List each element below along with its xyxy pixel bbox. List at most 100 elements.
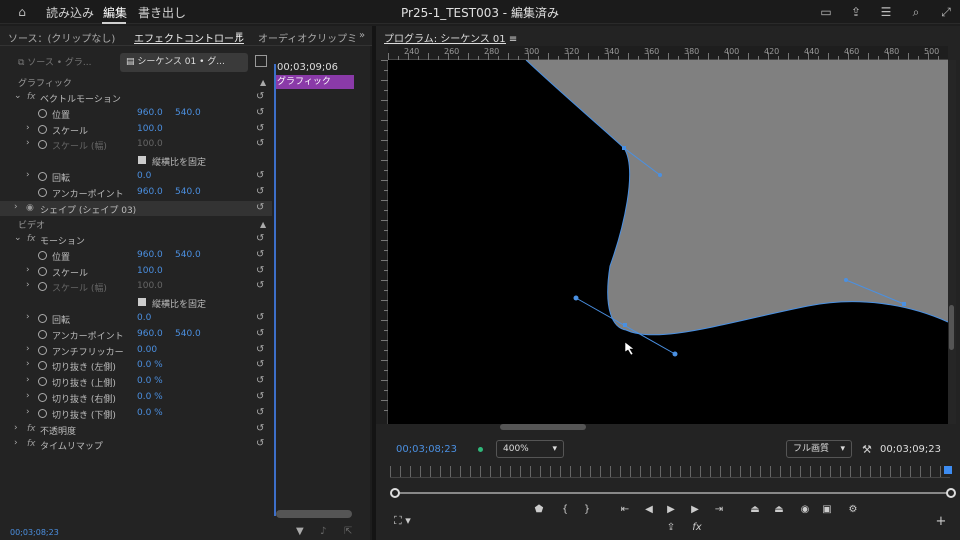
checkbox[interactable] — [138, 156, 146, 165]
v-row[interactable]: › スケール (幅) 100.0 ↺ — [0, 279, 272, 295]
v-row[interactable]: › 回転 0.0 ↺ — [0, 311, 272, 327]
reset-icon[interactable]: ↺ — [256, 375, 264, 386]
tab-menu-icon[interactable]: ≡ — [235, 30, 243, 41]
ec-scrollbar[interactable] — [276, 510, 352, 518]
eye-icon[interactable]: ◉ — [26, 203, 34, 213]
video-scrollbar-thumb[interactable] — [949, 305, 954, 350]
fx-icon[interactable]: fx — [690, 522, 704, 533]
reset-icon[interactable]: ↺ — [256, 280, 264, 291]
v-row[interactable]: › スケール 100.0 ↺ — [0, 264, 272, 280]
panel-icon[interactable]: ▭ — [818, 4, 834, 20]
compare-view-icon[interactable]: ▣ — [820, 504, 834, 515]
v-row[interactable]: › fx 不透明度 ↺ — [0, 422, 272, 438]
stopwatch-icon[interactable] — [38, 266, 47, 276]
g-row[interactable]: 位置 960.0 540.0 ↺ — [0, 106, 272, 122]
mark-in-icon[interactable]: { — [558, 504, 572, 515]
search-icon[interactable]: ⌕ — [908, 4, 924, 20]
extract-icon[interactable]: ⏏ — [772, 504, 786, 515]
anchor-point-1[interactable] — [622, 146, 626, 150]
export-frame-button-icon[interactable]: ⇪ — [664, 522, 678, 533]
property-value[interactable]: 960.0 — [137, 250, 163, 260]
reset-icon[interactable]: ↺ — [256, 328, 264, 339]
anchor-point-2[interactable] — [623, 323, 627, 327]
v-row[interactable]: 位置 960.0 540.0 ↺ — [0, 248, 272, 264]
reset-icon[interactable]: ↺ — [256, 407, 264, 418]
v-row[interactable]: › 切り抜き (左側) 0.0 % ↺ — [0, 358, 272, 374]
v-row[interactable]: › fx タイムリマップ ↺ — [0, 437, 272, 453]
fx-icon[interactable]: fx — [27, 234, 36, 244]
camera-icon[interactable]: ◉ — [798, 504, 812, 515]
stopwatch-icon[interactable] — [38, 408, 47, 418]
chevron-icon[interactable]: › — [26, 312, 30, 322]
stopwatch-icon[interactable] — [38, 345, 47, 355]
multicam-icon[interactable]: ⚙ — [846, 504, 860, 515]
lift-icon[interactable]: ⏏ — [748, 504, 762, 515]
section-video-collapse-icon[interactable]: ▲ — [260, 220, 266, 229]
property-value-y[interactable]: 540.0 — [175, 329, 201, 339]
property-value[interactable]: 960.0 — [137, 108, 163, 118]
v-row[interactable]: ⌄ fx モーション ↺ — [0, 232, 272, 248]
checkbox[interactable] — [138, 298, 146, 307]
chevron-icon[interactable]: › — [26, 391, 30, 401]
property-value[interactable]: 960.0 — [137, 329, 163, 339]
reset-icon[interactable]: ↺ — [256, 344, 264, 355]
home-icon[interactable]: ⌂ — [14, 4, 30, 20]
chevron-icon[interactable]: › — [26, 123, 30, 133]
v-row[interactable]: › アンチフリッカー 0.00 ↺ — [0, 343, 272, 359]
mini-timeline-ruler[interactable] — [390, 466, 950, 478]
add-button-icon[interactable]: + — [934, 514, 948, 529]
mark-out-icon[interactable]: } — [580, 504, 594, 515]
stopwatch-icon[interactable] — [38, 250, 47, 260]
graphic-clip-bar[interactable]: グラフィック — [274, 75, 354, 89]
reset-icon[interactable]: ↺ — [256, 359, 264, 370]
reset-icon[interactable]: ↺ — [256, 138, 264, 149]
reset-icon[interactable]: ↺ — [256, 91, 264, 102]
fx-icon[interactable]: fx — [27, 92, 36, 102]
property-value[interactable]: 0.0 % — [137, 392, 163, 402]
sequence-clip-selector[interactable]: ▤ シーケンス 01 • グ... — [120, 53, 248, 72]
wrench-icon[interactable]: ⚒ — [862, 443, 872, 456]
g-row[interactable]: › スケール 100.0 ↺ — [0, 122, 272, 138]
step-back-icon[interactable]: ◀ — [642, 504, 656, 515]
v-row[interactable]: › 切り抜き (下側) 0.0 % ↺ — [0, 406, 272, 422]
chevron-icon[interactable]: › — [26, 375, 30, 385]
stopwatch-icon[interactable] — [38, 393, 47, 402]
stopwatch-icon[interactable] — [38, 172, 47, 181]
step-forward-icon[interactable]: ▶ — [688, 504, 702, 515]
add-marker-icon[interactable]: ⬟ — [532, 504, 546, 515]
property-value[interactable]: 960.0 — [137, 187, 163, 197]
reset-icon[interactable]: ↺ — [256, 249, 264, 260]
v-row[interactable]: アンカーポイント 960.0 540.0 ↺ — [0, 327, 272, 343]
property-value[interactable]: 0.0 % — [137, 360, 163, 370]
stopwatch-icon[interactable] — [38, 329, 47, 339]
stopwatch-icon[interactable] — [38, 377, 47, 387]
g-row[interactable]: › ◉ シェイプ (シェイプ 03) ↺ — [0, 200, 272, 217]
property-value[interactable]: 100.0 — [137, 124, 163, 134]
stopwatch-icon[interactable] — [38, 282, 47, 292]
menu-export[interactable]: 書き出し — [138, 4, 186, 21]
reset-icon[interactable]: ↺ — [256, 170, 264, 181]
chevron-icon[interactable]: › — [26, 344, 30, 354]
reset-icon[interactable]: ↺ — [256, 202, 264, 213]
chevron-icon[interactable]: › — [26, 138, 30, 148]
chevron-icon[interactable]: › — [26, 359, 30, 369]
tab-source[interactable]: ソース：(クリップなし) — [8, 30, 115, 45]
progress-icon[interactable]: ☰ — [878, 4, 894, 20]
zoom-select[interactable]: 400% ▾ — [496, 440, 564, 458]
stopwatch-icon[interactable] — [38, 140, 47, 150]
handle-point-1[interactable] — [658, 173, 662, 177]
program-timecode-left[interactable]: 00;03;08;23 — [396, 444, 457, 455]
property-value[interactable]: 0.0 % — [137, 408, 163, 418]
quality-select[interactable]: フル画質 ▾ — [786, 440, 852, 458]
property-value[interactable]: 100.0 — [137, 139, 163, 149]
toggle-timeline-icon[interactable] — [255, 55, 267, 67]
audio-only-icon[interactable]: ♪ — [320, 526, 326, 537]
video-hscrollbar-thumb[interactable] — [500, 424, 586, 430]
stopwatch-icon[interactable] — [38, 314, 47, 323]
menu-edit[interactable]: 編集 — [103, 4, 127, 21]
chevron-icon[interactable]: › — [26, 407, 30, 417]
reset-icon[interactable]: ↺ — [256, 265, 264, 276]
v-row[interactable]: 縦横比を固定 — [0, 295, 272, 311]
property-value[interactable]: 0.00 — [137, 345, 157, 355]
chevron-icon[interactable]: › — [26, 170, 30, 180]
